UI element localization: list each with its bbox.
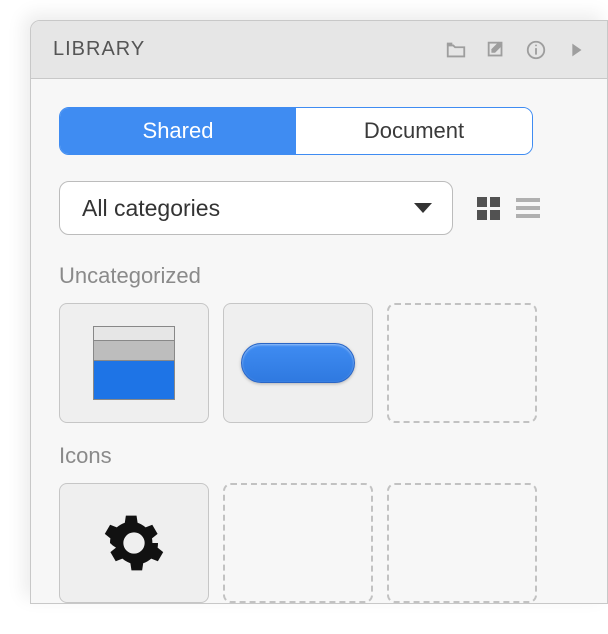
gear-icon (102, 511, 166, 575)
library-item-placeholder[interactable] (387, 483, 537, 603)
header-actions (443, 37, 589, 63)
panel-header: LIBRARY (31, 21, 607, 79)
panel-title: LIBRARY (53, 38, 145, 61)
panel-body: Shared Document All categories (31, 79, 607, 603)
library-item-stack[interactable] (59, 303, 209, 423)
view-toggles (475, 195, 541, 221)
section-icons: Icons (59, 443, 579, 603)
tab-document[interactable]: Document (296, 108, 532, 154)
play-icon[interactable] (563, 37, 589, 63)
category-select[interactable]: All categories (59, 181, 453, 235)
stack-thumbnail-icon (93, 326, 175, 400)
button-thumbnail-icon (241, 343, 355, 383)
info-icon[interactable] (523, 37, 549, 63)
library-item-button[interactable] (223, 303, 373, 423)
folder-icon[interactable] (443, 37, 469, 63)
list-view-icon[interactable] (515, 195, 541, 221)
scope-segmented-control: Shared Document (59, 107, 533, 155)
chevron-down-icon (414, 203, 432, 213)
tab-shared[interactable]: Shared (60, 108, 296, 154)
section-title-icons: Icons (59, 443, 579, 469)
library-panel: LIBRARY (30, 20, 608, 604)
section-title-uncategorized: Uncategorized (59, 263, 579, 289)
library-item-placeholder[interactable] (223, 483, 373, 603)
category-select-label: All categories (82, 195, 414, 222)
library-item-placeholder[interactable] (387, 303, 537, 423)
edit-icon[interactable] (483, 37, 509, 63)
library-item-gear[interactable] (59, 483, 209, 603)
section-uncategorized: Uncategorized (59, 263, 579, 423)
grid-view-icon[interactable] (475, 195, 501, 221)
